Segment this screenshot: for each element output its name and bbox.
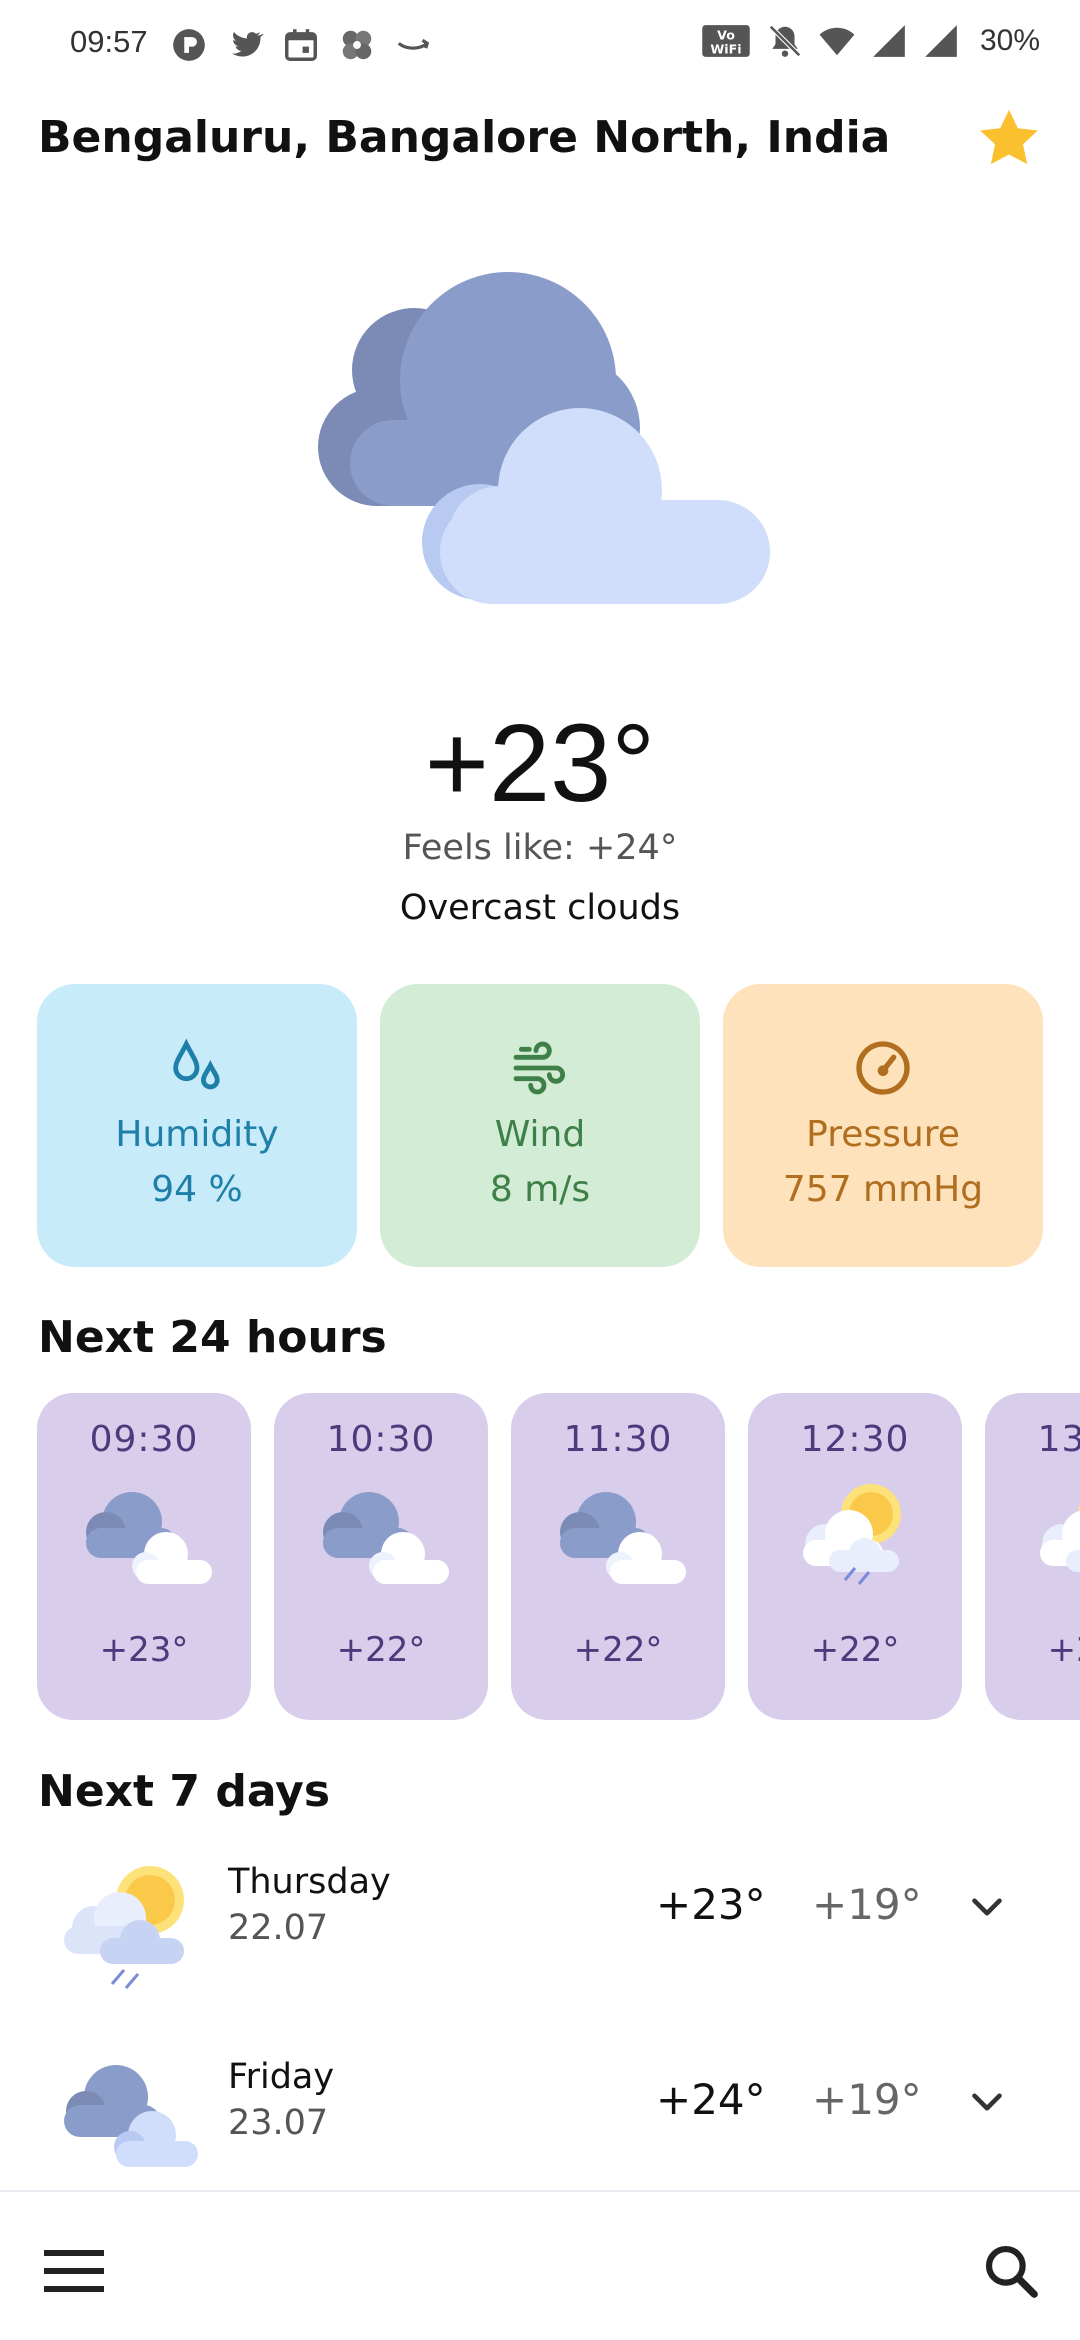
day-row[interactable]: Friday 23.07 +24° +19° bbox=[0, 2035, 1080, 2205]
app-notification-icon bbox=[173, 29, 205, 61]
humidity-icon bbox=[173, 1038, 220, 1090]
day-date: 22.07 bbox=[228, 1908, 329, 1948]
svg-text:WiFi: WiFi bbox=[710, 42, 741, 57]
daily-section-title: Next 7 days bbox=[38, 1766, 331, 1817]
cloudy-icon bbox=[323, 1492, 449, 1584]
chevron-down-icon[interactable] bbox=[962, 1882, 1012, 1932]
wifi-icon bbox=[819, 27, 855, 56]
bottom-app-bar bbox=[0, 2190, 1080, 2340]
chevron-down-icon[interactable] bbox=[962, 2077, 1012, 2127]
status-time: 09:57 bbox=[70, 24, 148, 59]
star-icon[interactable] bbox=[974, 104, 1044, 174]
hour-card[interactable]: 13:30 +22° bbox=[985, 1393, 1080, 1720]
day-date: 23.07 bbox=[228, 2103, 329, 2143]
sun-cloud-rain-icon bbox=[1040, 1503, 1080, 1572]
hour-temp: +22° bbox=[1047, 1630, 1080, 1670]
day-row[interactable]: Thursday 22.07 +23° +19° bbox=[0, 1840, 1080, 2010]
day-low-temp: +19° bbox=[812, 2075, 922, 2124]
day-name: Friday bbox=[228, 2057, 335, 2097]
hour-time: 09:30 bbox=[89, 1419, 199, 1460]
twitter-icon bbox=[232, 32, 264, 57]
hourly-section-title: Next 24 hours bbox=[38, 1312, 387, 1363]
day-high-temp: +23° bbox=[656, 1880, 766, 1929]
hour-temp: +22° bbox=[573, 1630, 663, 1670]
hour-time: 10:30 bbox=[326, 1419, 436, 1460]
hour-time: 11:30 bbox=[563, 1419, 673, 1460]
fan-icon bbox=[342, 30, 372, 60]
hour-card[interactable]: 11:30 +22° bbox=[511, 1393, 725, 1720]
search-icon[interactable] bbox=[980, 2240, 1042, 2302]
humidity-value: 94 % bbox=[151, 1169, 243, 1210]
wind-card: Wind 8 m/s bbox=[380, 984, 700, 1267]
humidity-label: Humidity bbox=[115, 1114, 279, 1155]
pressure-gauge-icon bbox=[856, 1041, 910, 1095]
hour-temp: +22° bbox=[810, 1630, 900, 1670]
signal-icon bbox=[873, 25, 905, 57]
vowifi-icon: VoWiFi bbox=[702, 25, 750, 57]
system-icons: Vo WiFi 30% bbox=[700, 22, 1040, 60]
menu-icon[interactable] bbox=[40, 2242, 108, 2298]
notification-icons bbox=[170, 26, 432, 64]
pressure-card: Pressure 757 mmHg bbox=[723, 984, 1043, 1267]
calendar-icon bbox=[285, 29, 317, 61]
hour-card[interactable]: 10:30 +22° bbox=[274, 1393, 488, 1720]
day-high-temp: +24° bbox=[656, 2075, 766, 2124]
pressure-value: 757 mmHg bbox=[782, 1169, 984, 1210]
amazon-icon bbox=[397, 38, 430, 50]
cloudy-icon bbox=[86, 1492, 212, 1584]
sun-cloud-rain-icon bbox=[64, 1866, 184, 1989]
weather-condition: Overcast clouds bbox=[399, 888, 681, 928]
hour-time: 13:30 bbox=[1037, 1419, 1080, 1460]
humidity-card: Humidity 94 % bbox=[37, 984, 357, 1267]
hour-temp: +22° bbox=[336, 1630, 426, 1670]
hour-time: 12:30 bbox=[800, 1419, 910, 1460]
cloudy-icon bbox=[560, 1492, 686, 1584]
cloudy-icon bbox=[64, 2065, 198, 2167]
wind-icon bbox=[513, 1041, 566, 1095]
battery-level: 30% bbox=[979, 24, 1040, 57]
overcast-clouds-icon bbox=[318, 272, 770, 604]
location-title: Bengaluru, Bangalore North, India bbox=[38, 112, 891, 163]
current-temperature: +23° bbox=[424, 702, 656, 825]
sun-cloud-rain-icon bbox=[803, 1484, 901, 1585]
signal-icon bbox=[925, 25, 957, 57]
hour-card[interactable]: 12:30 +22° bbox=[748, 1393, 962, 1720]
wind-label: Wind bbox=[494, 1114, 586, 1155]
bell-muted-icon bbox=[769, 25, 801, 57]
status-bar: 09:57 Vo WiFi 30% bbox=[0, 0, 1080, 92]
day-low-temp: +19° bbox=[812, 1880, 922, 1929]
day-name: Thursday bbox=[228, 1862, 391, 1902]
metric-cards: Humidity 94 % Wind 8 m/s Pressure 757 mm… bbox=[37, 984, 1043, 1267]
wind-value: 8 m/s bbox=[489, 1169, 591, 1210]
feels-like: Feels like: +24° bbox=[402, 828, 678, 868]
svg-text:Vo: Vo bbox=[717, 27, 735, 42]
hourly-forecast-scroller[interactable]: 09:30 +23° 10:30 +22° 11:30 +22° 12:30 +… bbox=[37, 1393, 1080, 1723]
hour-card[interactable]: 09:30 +23° bbox=[37, 1393, 251, 1720]
hour-temp: +23° bbox=[99, 1630, 189, 1670]
pressure-label: Pressure bbox=[806, 1114, 960, 1155]
